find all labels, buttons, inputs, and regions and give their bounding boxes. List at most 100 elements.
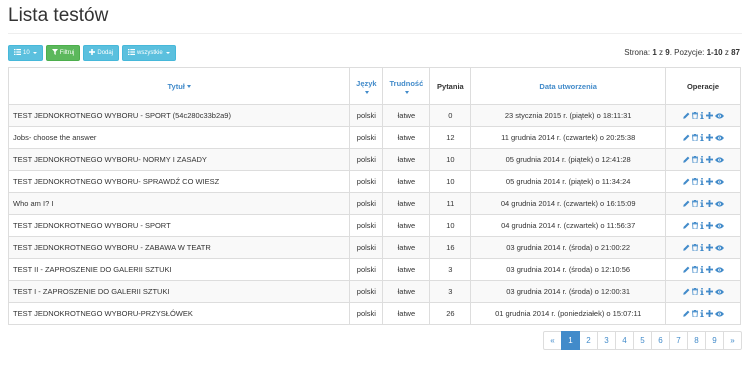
trash-icon[interactable] [691,178,698,185]
per-page-label: 10 [23,50,30,56]
header-title-label: Tytuł [167,81,185,91]
page-current: 1 [652,48,657,57]
plus-icon[interactable] [705,244,713,251]
plus-icon[interactable] [705,266,713,273]
pagination-page[interactable]: 4 [615,331,634,350]
pencil-icon[interactable] [682,222,690,229]
trash-icon[interactable] [691,310,698,317]
cell-language: polski [349,104,384,127]
list-icon [14,49,21,57]
trash-icon[interactable] [691,222,698,229]
pencil-icon[interactable] [682,244,690,251]
pagination-page[interactable]: 2 [579,331,598,350]
info-icon[interactable] [699,134,704,141]
trash-icon[interactable] [691,288,698,295]
pagination-page[interactable]: 8 [687,331,706,350]
row-operations [670,222,736,229]
cell-title: Who am I? I [7,192,351,215]
eye-icon[interactable] [714,156,724,163]
pagination-page[interactable]: 3 [597,331,616,350]
cell-questions: 10 [429,214,472,237]
info-icon[interactable] [699,222,704,229]
eye-icon[interactable] [714,288,724,295]
plus-icon[interactable] [705,222,713,229]
cell-questions: 10 [429,148,472,171]
cell-operations [665,104,741,127]
cell-difficulty: łatwe [382,192,431,215]
column-header-language[interactable]: Język [349,67,384,105]
trash-icon[interactable] [691,112,698,119]
scope-label: wszystkie [137,50,163,56]
trash-icon[interactable] [691,156,698,163]
column-header-title[interactable]: Tytuł [7,67,351,105]
cell-difficulty: łatwe [382,258,431,281]
pagination-page[interactable]: 7 [669,331,688,350]
pencil-icon[interactable] [682,200,690,207]
table-header-row: Tytuł Język Trudność Pytania Data utworz… [7,67,741,105]
caret-down-icon [32,52,37,54]
pagination-page[interactable]: 6 [651,331,670,350]
info-icon[interactable] [699,178,704,185]
scope-dropdown-button[interactable]: wszystkie [122,45,176,61]
plus-icon[interactable] [705,178,713,185]
sort-caret-icon [405,90,410,94]
info-icon[interactable] [699,244,704,251]
column-header-difficulty[interactable]: Trudność [382,67,431,105]
cell-language: polski [349,148,384,171]
row-operations [670,134,736,141]
pencil-icon[interactable] [682,112,690,119]
page-title: Lista testów [8,5,109,26]
cell-language: polski [349,126,384,149]
info-icon[interactable] [699,266,704,273]
eye-icon[interactable] [714,244,724,251]
info-icon[interactable] [699,288,704,295]
eye-icon[interactable] [714,178,724,185]
pagination-prev[interactable]: « [543,331,562,350]
row-operations [670,200,736,207]
pagination-next[interactable]: » [723,331,742,350]
plus-icon[interactable] [705,200,713,207]
cell-language: polski [349,236,384,259]
trash-icon[interactable] [691,266,698,273]
cell-difficulty: łatwe [382,236,431,259]
plus-icon[interactable] [705,134,713,141]
sort-caret-icon [186,85,191,89]
pagination-page[interactable]: 1 [561,331,580,350]
plus-icon[interactable] [705,310,713,317]
add-button[interactable]: Dodaj [83,45,120,61]
cell-questions: 3 [429,280,472,303]
info-icon[interactable] [699,200,704,207]
cell-created: 05 grudnia 2014 r. (piątek) o 11:34:24 [470,170,667,193]
pagination-page[interactable]: 9 [705,331,724,350]
cell-created: 05 grudnia 2014 r. (piątek) o 12:41:28 [470,148,667,171]
plus-icon[interactable] [705,156,713,163]
pencil-icon[interactable] [682,310,690,317]
pencil-icon[interactable] [682,288,690,295]
pencil-icon[interactable] [682,178,690,185]
filter-button[interactable]: Filtruj [45,45,81,61]
pencil-icon[interactable] [682,266,690,273]
eye-icon[interactable] [714,112,724,119]
pencil-icon[interactable] [682,134,690,141]
header-difficulty-label: Trudność [389,78,424,88]
eye-icon[interactable] [714,310,724,317]
eye-icon[interactable] [714,200,724,207]
pagination-page[interactable]: 5 [633,331,652,350]
items-range: 1-10 [706,48,723,57]
info-icon[interactable] [699,112,704,119]
info-icon[interactable] [699,156,704,163]
eye-icon[interactable] [714,266,724,273]
cell-questions: 11 [429,192,472,215]
pencil-icon[interactable] [682,156,690,163]
cell-operations [665,148,741,171]
info-icon[interactable] [699,310,704,317]
trash-icon[interactable] [691,200,698,207]
trash-icon[interactable] [691,134,698,141]
per-page-dropdown-button[interactable]: 10 [8,45,43,61]
eye-icon[interactable] [714,222,724,229]
trash-icon[interactable] [691,244,698,251]
plus-icon[interactable] [705,288,713,295]
column-header-created[interactable]: Data utworzenia [470,67,667,105]
plus-icon[interactable] [705,112,713,119]
eye-icon[interactable] [714,134,724,141]
